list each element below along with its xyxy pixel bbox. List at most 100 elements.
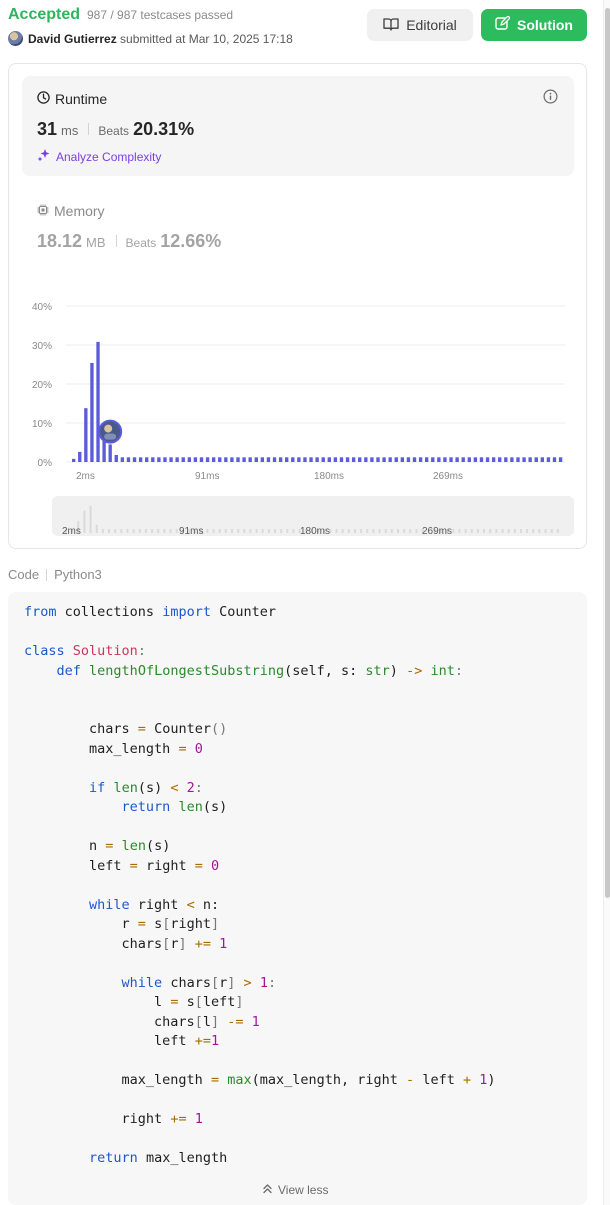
navigator-bar — [353, 529, 356, 533]
code-token: ] — [210, 1013, 220, 1030]
navigator-bar — [138, 529, 141, 533]
code-token: -= — [227, 1013, 244, 1030]
navigator-bar — [378, 529, 381, 533]
navigator-bar — [249, 529, 252, 533]
chart-bar — [114, 454, 118, 462]
chart-bar — [151, 457, 155, 462]
code-token: : — [454, 662, 463, 679]
navigator-bar — [544, 529, 547, 533]
code-line: right += 1 — [24, 1110, 496, 1130]
navigator-bar — [126, 529, 129, 533]
navigator-bar — [501, 529, 504, 533]
navigator-bar — [335, 529, 338, 533]
code-token: = — [137, 916, 146, 932]
navigator-bar — [212, 529, 215, 533]
chart-bar — [437, 457, 441, 462]
navigator-bar — [286, 529, 289, 533]
code-token: len — [178, 799, 203, 815]
submission-info: David Gutierrez submitted at Mar 10, 202… — [28, 32, 293, 46]
chart-bar — [339, 457, 344, 462]
code-token: l — [202, 1013, 211, 1030]
user-name[interactable]: David Gutierrez — [28, 32, 117, 46]
code-token: = — [210, 1072, 220, 1088]
x-tick-label: 91ms — [195, 471, 219, 482]
code-token: ] — [235, 994, 244, 1010]
navigator-bar — [538, 529, 541, 533]
code-line: class Solution: — [24, 642, 496, 662]
navigator-bar — [175, 529, 178, 533]
navigator-bar — [556, 529, 559, 533]
navigator-bar — [366, 529, 369, 533]
code-token: Counter — [145, 721, 211, 737]
code-token: < — [186, 896, 195, 913]
code-token: max — [227, 1072, 252, 1088]
chart-bar — [333, 457, 338, 462]
code-line: while chars[r] > 1: — [24, 974, 496, 994]
code-token: chars — [24, 935, 163, 952]
chart-bar — [473, 457, 478, 462]
chart-bar — [510, 457, 514, 462]
navigator-tick-label: 2ms — [62, 526, 81, 537]
code-token: left — [24, 1033, 195, 1049]
chart-bar — [211, 457, 216, 462]
avatar[interactable] — [8, 31, 23, 46]
chart-bar — [303, 457, 307, 462]
scrollbar[interactable] — [603, 0, 610, 1205]
code-header: Code Python3 — [8, 567, 102, 582]
y-tick-label: 20% — [32, 380, 52, 391]
navigator-bar — [415, 529, 418, 533]
chart-bar — [193, 457, 198, 462]
chart-bar — [175, 457, 179, 462]
chart-bar — [126, 457, 131, 462]
runtime-distribution-chart[interactable]: 40% 30% 20% 10% 0% 2ms 91ms 180ms 269ms 2ms 91ms 18… — [9, 64, 588, 550]
code-token: chars — [24, 1013, 195, 1030]
navigator-bar — [384, 529, 387, 533]
code-line: left +=1 — [24, 1032, 496, 1052]
chart-bar — [345, 457, 350, 462]
chart-bar — [528, 457, 532, 462]
chart-bar — [236, 457, 240, 462]
chart-bar — [412, 457, 417, 462]
navigator-bar — [489, 529, 492, 533]
y-tick-label: 40% — [32, 302, 52, 313]
user-avatar-body — [104, 433, 117, 440]
navigator-bar — [403, 529, 406, 533]
code-token: return — [121, 799, 171, 815]
chart-bar — [230, 457, 234, 462]
chart-bar — [382, 457, 386, 462]
navigator-bar — [255, 529, 258, 533]
solution-button[interactable]: Solution — [481, 9, 587, 41]
view-less-button[interactable]: View less — [262, 1183, 328, 1197]
code-token: ) — [487, 1072, 496, 1088]
editorial-button[interactable]: Editorial — [367, 9, 473, 41]
code-token: [ — [194, 1013, 203, 1030]
code-token: left — [414, 1072, 463, 1088]
chart-bar — [491, 457, 496, 462]
navigator-bar — [231, 529, 233, 533]
code-token: (max_length, right — [251, 1072, 407, 1088]
chart-bar — [498, 457, 502, 462]
code-token: right — [24, 1111, 171, 1127]
chart-bar — [370, 457, 374, 462]
navigator-bar — [267, 529, 270, 533]
code-token: chars — [162, 974, 211, 991]
navigator-bar — [108, 529, 111, 533]
code-token: left — [24, 857, 130, 874]
code-block[interactable]: from collections import Counter class So… — [8, 592, 587, 1205]
scrollbar-thumb[interactable] — [605, 8, 610, 898]
code-token: lengthOfLongestSubstring — [89, 662, 285, 679]
navigator-bar — [274, 529, 277, 533]
code-line: max_length = 0 — [24, 740, 496, 760]
navigator-bar — [83, 510, 86, 533]
code-line: chars[r] += 1 — [24, 935, 496, 955]
chart-bar — [449, 457, 453, 462]
code-token: max_length — [24, 1072, 211, 1088]
navigator-bar — [169, 529, 172, 533]
